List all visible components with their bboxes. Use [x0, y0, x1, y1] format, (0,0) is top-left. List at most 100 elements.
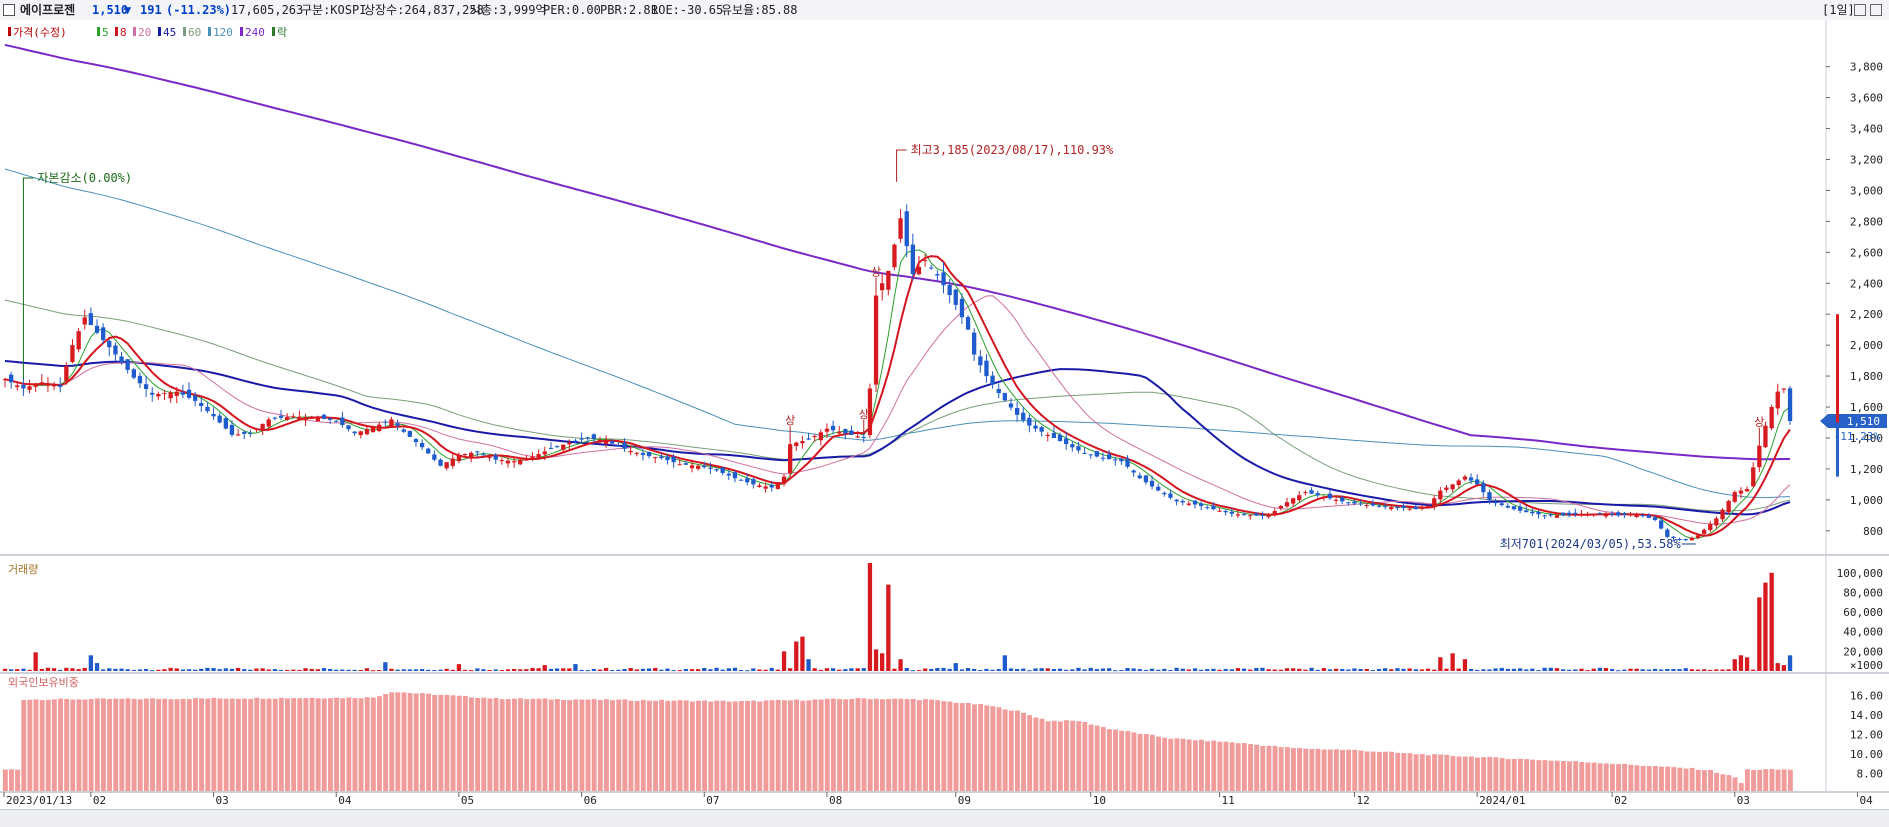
candle-body [1652, 517, 1658, 520]
foreign-bar [1505, 759, 1511, 791]
volume-bar [659, 669, 664, 671]
foreign-bar [1266, 745, 1272, 791]
candle-body [978, 356, 983, 366]
date-label: 06 [584, 794, 597, 807]
candle-body [119, 356, 124, 363]
foreign-bar [916, 700, 922, 791]
volume-bar [1560, 669, 1566, 671]
candle-body [1456, 480, 1461, 485]
candle-body [1702, 529, 1707, 534]
candle-body [530, 456, 535, 459]
candle-body [64, 366, 69, 382]
foreign-bar [1616, 764, 1621, 791]
foreign-bar [70, 699, 76, 791]
volume-bar [82, 667, 87, 671]
foreign-bar [585, 699, 591, 791]
volume-bar [1383, 668, 1388, 671]
volume-bar [591, 669, 596, 671]
candle-body [990, 375, 995, 385]
foreign-bar [1192, 740, 1198, 791]
volume-bar [751, 668, 756, 671]
volume-bar [1744, 657, 1750, 671]
volume-unit-label: ×1000 [1850, 659, 1883, 672]
candle-body [352, 431, 357, 434]
foreign-bar [505, 699, 511, 791]
foreign-bar [579, 699, 585, 791]
volume-bar [561, 668, 566, 671]
volume-bar [266, 669, 271, 671]
volume-bar [677, 670, 682, 672]
candle-body [689, 465, 695, 469]
candle-body [137, 375, 143, 384]
candle-body [1751, 467, 1756, 487]
candle-body [585, 437, 590, 439]
volume-bar [1027, 670, 1032, 672]
candle-body [432, 454, 437, 460]
volume-bar [1530, 668, 1535, 671]
volume-bar [965, 668, 971, 671]
candle-body [1560, 512, 1566, 516]
candle-body [965, 317, 971, 330]
candle-body [76, 331, 81, 350]
volume-bar [340, 669, 345, 671]
candle-body [1720, 509, 1725, 520]
candle-body [1499, 503, 1504, 505]
volume-bar [364, 668, 370, 671]
volume-bar [260, 668, 265, 671]
candle-body [843, 429, 848, 434]
volume-bar [843, 669, 848, 671]
volume-bar [285, 669, 290, 671]
foreign-bar [235, 698, 241, 791]
foreign-bar [763, 700, 769, 791]
price-tick-label: 1,200 [1850, 463, 1883, 476]
foreign-bar [567, 700, 573, 791]
volume-bar [886, 584, 891, 671]
volume-bar [579, 669, 584, 671]
foreign-bar [1511, 759, 1517, 791]
candle-body [1186, 503, 1191, 505]
foreign-bar [622, 699, 628, 791]
volume-bar [254, 668, 259, 671]
volume-bar [1757, 597, 1762, 671]
volume-bar [1413, 669, 1418, 671]
foreign-bar [1278, 747, 1284, 791]
candle-body [1726, 500, 1731, 512]
foreign-bar [518, 698, 523, 791]
foreign-bar [1358, 750, 1364, 791]
foreign-bar [1689, 767, 1695, 791]
volume-bar [1603, 668, 1609, 671]
foreign-bar [794, 699, 799, 791]
candle-body [1358, 503, 1363, 505]
date-label: 12 [1356, 794, 1369, 807]
volume-bar [1100, 668, 1106, 671]
volume-bar [1235, 668, 1241, 671]
volume-bar [689, 669, 695, 671]
foreign-bar [1383, 751, 1388, 791]
foreign-bar [1333, 749, 1339, 791]
volume-bar [1708, 669, 1713, 671]
volume-bar [745, 670, 750, 672]
foreign-bar [1781, 769, 1787, 791]
volume-bar [469, 670, 474, 672]
volume-bar [1769, 572, 1774, 671]
foreign-bar [849, 699, 855, 791]
foreign-bar [82, 699, 88, 791]
foreign-bar [1677, 767, 1683, 791]
candle-body [1524, 510, 1529, 513]
candle-body [1100, 457, 1106, 459]
volume-bar [401, 669, 406, 671]
volume-bar [1149, 668, 1155, 671]
candle-body [794, 442, 799, 447]
volume-bar [1499, 667, 1504, 671]
foreign-bar [125, 698, 131, 791]
foreign-bar [812, 699, 818, 791]
scroll-bar[interactable] [0, 809, 1889, 827]
volume-bar [837, 669, 842, 671]
volume-bar [1162, 668, 1167, 671]
candle-body [1284, 502, 1290, 507]
foreign-bar [309, 697, 315, 791]
volume-bar [481, 669, 486, 671]
candle-body [1364, 505, 1369, 506]
volume-bar [1646, 669, 1652, 671]
volume-bar [76, 669, 81, 671]
